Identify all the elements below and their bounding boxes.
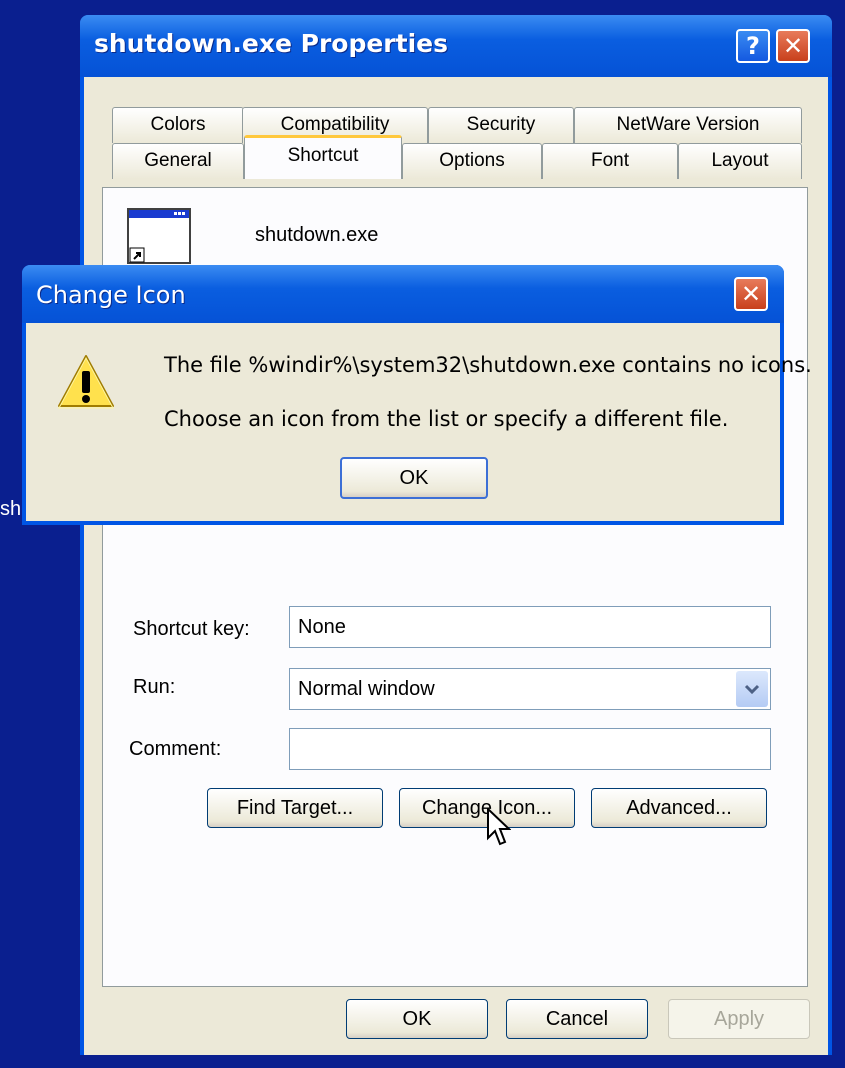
ok-button[interactable]: OK: [346, 999, 488, 1039]
change-icon-dialog: Change Icon ✕ The file %windir%\system32…: [22, 265, 812, 525]
mouse-cursor-icon: [487, 806, 512, 848]
shortcut-key-field[interactable]: None: [289, 606, 771, 648]
run-select[interactable]: Normal window: [289, 668, 771, 710]
tab-general[interactable]: General: [112, 143, 244, 179]
dialog-close-button[interactable]: ✕: [734, 277, 768, 311]
tab-layout[interactable]: Layout: [678, 143, 802, 179]
tab-font[interactable]: Font: [542, 143, 678, 179]
comment-field[interactable]: [289, 728, 771, 770]
tab-colors[interactable]: Colors: [112, 107, 244, 143]
cancel-button[interactable]: Cancel: [506, 999, 648, 1039]
background-window-text: sh: [0, 498, 22, 520]
run-label: Run:: [133, 676, 176, 698]
properties-titlebar[interactable]: shutdown.exe Properties ? ✕: [80, 15, 832, 77]
window-title: shutdown.exe Properties: [94, 29, 448, 58]
close-button[interactable]: ✕: [776, 29, 810, 63]
comment-label: Comment:: [129, 738, 222, 760]
dialog-message-line1: The file %windir%\system32\shutdown.exe …: [164, 353, 812, 377]
shortcut-key-label: Shortcut key:: [133, 618, 250, 640]
advanced-button[interactable]: Advanced...: [591, 788, 767, 828]
tab-shortcut[interactable]: Shortcut: [244, 135, 402, 179]
properties-window: shutdown.exe Properties ? ✕ Colors Compa…: [80, 15, 832, 1055]
tab-security[interactable]: Security: [428, 107, 574, 143]
help-button[interactable]: ?: [736, 29, 770, 63]
properties-body: Colors Compatibility Security NetWare Ve…: [84, 77, 828, 1055]
run-select-value: Normal window: [298, 678, 435, 700]
dialog-title: Change Icon: [36, 281, 186, 309]
warning-icon: [56, 353, 116, 411]
find-target-button[interactable]: Find Target...: [207, 788, 383, 828]
dialog-titlebar[interactable]: Change Icon ✕: [22, 265, 784, 323]
dialog-body: The file %windir%\system32\shutdown.exe …: [26, 323, 812, 521]
apply-button[interactable]: Apply: [668, 999, 810, 1039]
application-window-icon: [127, 208, 193, 266]
tab-netware-version[interactable]: NetWare Version: [574, 107, 802, 143]
chevron-down-icon[interactable]: [736, 671, 768, 707]
dialog-message-line2: Choose an icon from the list or specify …: [164, 407, 729, 431]
dialog-ok-button[interactable]: OK: [340, 457, 488, 499]
file-name-label: shutdown.exe: [255, 224, 379, 246]
tab-options[interactable]: Options: [402, 143, 542, 179]
